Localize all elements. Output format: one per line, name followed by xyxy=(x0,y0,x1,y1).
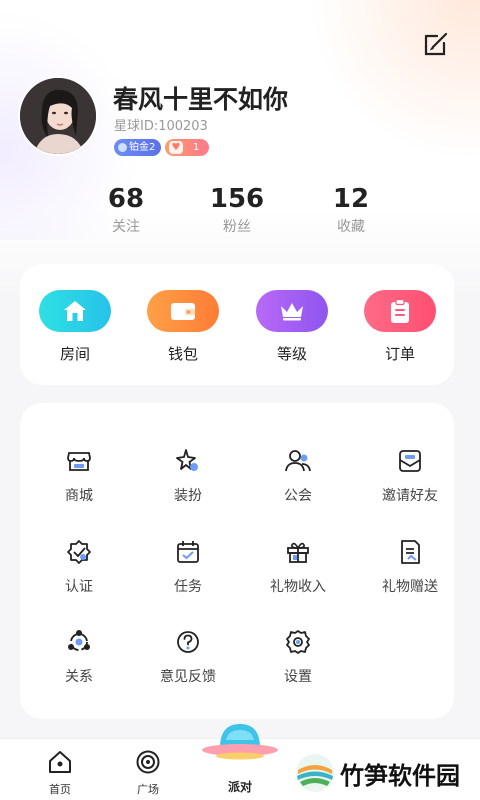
stat-value: 68 xyxy=(107,184,145,214)
room-pill xyxy=(39,290,111,332)
users-icon xyxy=(285,450,311,472)
menu-item-feedback[interactable]: 意见反馈 xyxy=(134,628,242,686)
target-icon xyxy=(136,750,160,774)
heart-icon: ♥ xyxy=(169,141,183,154)
crown-icon xyxy=(281,303,303,321)
stat-fans[interactable]: 156 粉丝 xyxy=(192,184,282,236)
wallet-pill xyxy=(147,290,219,332)
stat-label: 收藏 xyxy=(337,219,365,235)
verified-badge-icon xyxy=(67,540,91,564)
quick-action-label: 订单 xyxy=(384,345,415,363)
stat-value: 156 xyxy=(209,184,265,214)
question-icon xyxy=(177,631,199,653)
gear-icon xyxy=(286,630,310,654)
menu-item-label: 任务 xyxy=(174,579,202,595)
quick-action-level[interactable]: 等级 xyxy=(256,290,328,364)
menu-item-label: 公会 xyxy=(284,488,312,504)
menu-item-gift-income[interactable]: 礼物收入 xyxy=(244,538,352,596)
tab-party[interactable] xyxy=(200,722,280,762)
quick-action-wallet[interactable]: 钱包 xyxy=(147,290,219,364)
menu-grid-card: 商城 装扮 公会 邀请好友 认证 任务 礼物收入 礼物赠送 关系 意见反馈 设置 xyxy=(20,403,454,719)
order-pill xyxy=(364,290,436,332)
menu-item-verify[interactable]: 认证 xyxy=(25,538,133,596)
gift-send-doc-icon xyxy=(401,540,420,564)
stat-label: 关注 xyxy=(112,219,140,235)
clipboard-icon xyxy=(391,298,409,323)
quick-action-label: 房间 xyxy=(59,345,90,363)
platinum-level-badge: 铂金2 xyxy=(114,139,162,156)
menu-item-relation[interactable]: 关系 xyxy=(25,628,133,686)
avatar[interactable] xyxy=(20,78,96,154)
menu-item-label: 意见反馈 xyxy=(160,669,216,685)
menu-item-tasks[interactable]: 任务 xyxy=(134,538,242,596)
wallet-icon xyxy=(171,303,195,320)
gift-icon xyxy=(287,542,309,563)
stats-row: 68 关注 156 粉丝 12 收藏 xyxy=(0,184,480,240)
menu-item-invite[interactable]: 邀请好友 xyxy=(356,447,464,505)
star-id: 星球ID:100203 xyxy=(114,119,208,134)
menu-item-gift-send[interactable]: 礼物赠送 xyxy=(356,538,464,596)
menu-item-store[interactable]: 商城 xyxy=(25,447,133,505)
watermark-text: 竹笋软件园 xyxy=(340,761,460,790)
edit-profile-button[interactable] xyxy=(422,30,450,58)
home-icon xyxy=(64,301,86,321)
heart-count: 1 xyxy=(193,142,200,153)
sparkle-icon xyxy=(176,449,198,471)
platinum-level-label: 铂金2 xyxy=(129,142,156,153)
edit-icon xyxy=(424,32,448,56)
tab-label: 首页 xyxy=(49,783,71,796)
bamboo-logo-icon xyxy=(296,754,334,792)
store-icon xyxy=(67,452,91,471)
ufo-icon xyxy=(202,724,278,760)
menu-item-dressup[interactable]: 装扮 xyxy=(134,447,242,505)
quick-actions-card: 房间 钱包 等级 订单 xyxy=(20,264,454,385)
stat-label: 粉丝 xyxy=(223,219,251,235)
quick-action-order[interactable]: 订单 xyxy=(364,290,436,364)
menu-item-label: 认证 xyxy=(65,579,93,595)
stat-value: 12 xyxy=(332,184,370,214)
relation-icon xyxy=(68,630,90,651)
level-pill xyxy=(256,290,328,332)
heart-badge: ♥ 1 xyxy=(165,139,209,156)
quick-action-room[interactable]: 房间 xyxy=(39,290,111,364)
tab-plaza[interactable]: 广场 xyxy=(118,749,178,797)
menu-item-label: 礼物收入 xyxy=(270,579,326,595)
menu-item-label: 装扮 xyxy=(174,488,202,504)
tab-label: 派对 xyxy=(227,780,252,794)
stat-following[interactable]: 68 关注 xyxy=(81,184,171,236)
invite-mail-icon xyxy=(399,450,421,472)
menu-item-settings[interactable]: 设置 xyxy=(244,628,352,686)
tab-label: 广场 xyxy=(137,783,159,796)
nickname: 春风十里不如你 xyxy=(113,85,289,114)
home-outline-icon xyxy=(49,751,71,773)
menu-item-guild[interactable]: 公会 xyxy=(244,447,352,505)
avatar-image xyxy=(20,78,96,154)
menu-item-label: 邀请好友 xyxy=(382,488,438,504)
menu-item-label: 关系 xyxy=(65,669,93,685)
quick-action-label: 等级 xyxy=(276,345,307,363)
tab-home[interactable]: 首页 xyxy=(30,749,90,797)
menu-item-label: 商城 xyxy=(65,488,93,504)
watermark: 竹笋软件园 xyxy=(294,748,470,798)
menu-item-label: 礼物赠送 xyxy=(382,579,438,595)
calendar-check-icon xyxy=(177,541,199,563)
stat-favorites[interactable]: 12 收藏 xyxy=(306,184,396,236)
menu-item-label: 设置 xyxy=(284,669,312,685)
quick-action-label: 钱包 xyxy=(167,345,198,363)
platinum-gem-icon xyxy=(118,143,127,152)
